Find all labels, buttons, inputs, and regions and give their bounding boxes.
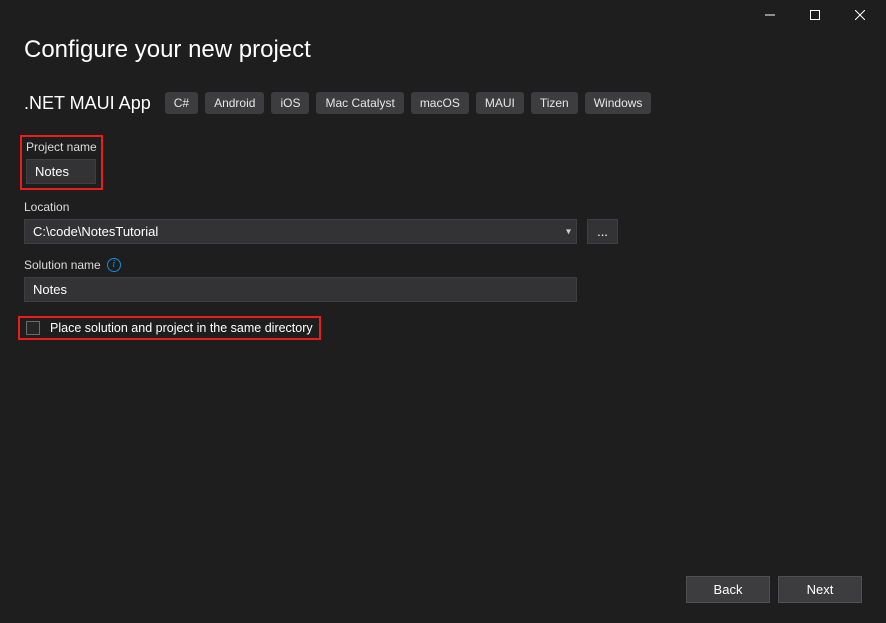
- back-button[interactable]: Back: [686, 576, 770, 603]
- same-directory-checkbox[interactable]: [26, 321, 40, 335]
- location-input[interactable]: [24, 219, 577, 244]
- browse-button[interactable]: ...: [587, 219, 618, 244]
- solution-name-label: Solution name i: [24, 258, 862, 272]
- solution-name-label-text: Solution name: [24, 258, 101, 272]
- solution-name-input[interactable]: [24, 277, 577, 302]
- same-directory-highlight: Place solution and project in the same d…: [18, 316, 321, 340]
- location-label: Location: [24, 200, 862, 214]
- project-name-label: Project name: [26, 140, 97, 154]
- project-name-input[interactable]: [26, 159, 96, 184]
- template-name: .NET MAUI App: [24, 93, 151, 114]
- tag: iOS: [271, 92, 309, 114]
- window-titlebar: [0, 0, 886, 30]
- close-button[interactable]: [837, 0, 882, 30]
- minimize-button[interactable]: [747, 0, 792, 30]
- same-directory-label: Place solution and project in the same d…: [50, 321, 313, 335]
- info-icon[interactable]: i: [107, 258, 121, 272]
- tag: MAUI: [476, 92, 524, 114]
- tag: Android: [205, 92, 264, 114]
- footer: Back Next: [686, 576, 862, 603]
- maximize-button[interactable]: [792, 0, 837, 30]
- tag: Mac Catalyst: [316, 92, 403, 114]
- page-title: Configure your new project: [24, 36, 862, 64]
- template-tags: C# Android iOS Mac Catalyst macOS MAUI T…: [165, 92, 652, 114]
- next-button[interactable]: Next: [778, 576, 862, 603]
- tag: C#: [165, 92, 198, 114]
- project-name-highlight: Project name: [20, 135, 103, 190]
- tag: Windows: [585, 92, 652, 114]
- tag: macOS: [411, 92, 469, 114]
- tag: Tizen: [531, 92, 578, 114]
